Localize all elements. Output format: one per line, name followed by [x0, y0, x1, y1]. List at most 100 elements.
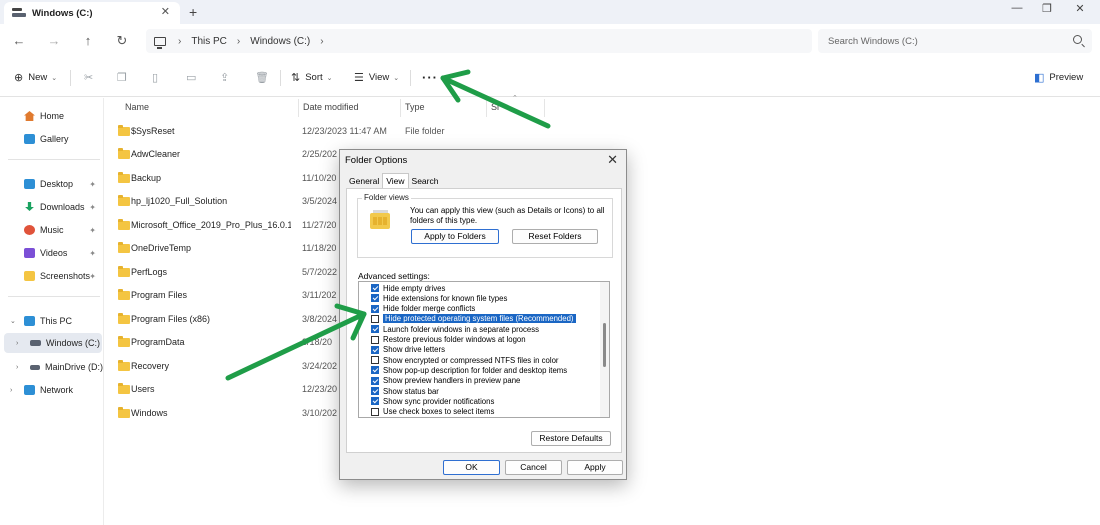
expand-closed-icon[interactable]: › [10, 387, 12, 394]
sidebar-item-this-pc[interactable]: ⌄ This PC [0, 311, 104, 331]
restore-defaults-button[interactable]: Restore Defaults [531, 431, 611, 446]
checkbox[interactable] [371, 387, 379, 395]
column-header-type[interactable]: Type [405, 102, 425, 112]
expand-closed-icon[interactable]: › [16, 364, 18, 371]
forward-button[interactable]: → [45, 33, 63, 48]
checkbox[interactable] [371, 304, 379, 313]
setting-label: Hide empty drives [383, 283, 446, 293]
sidebar-item-gallery[interactable]: Gallery [0, 129, 104, 149]
column-divider[interactable] [486, 99, 487, 117]
new-button[interactable]: ⊕ New ⌄ [14, 71, 57, 84]
rename-icon[interactable]: ▭ [186, 71, 196, 84]
sidebar-item-downloads[interactable]: Downloads ✦ [0, 197, 104, 217]
breadcrumb-this-pc[interactable]: This PC [191, 36, 227, 47]
setting-show-status-bar[interactable]: Show status bar [371, 386, 439, 396]
setting-hide-merge-conflicts[interactable]: Hide folder merge conflicts [371, 304, 475, 314]
tab-windows-c[interactable]: Windows (C:) ✕ [4, 2, 180, 24]
column-divider[interactable] [400, 99, 401, 117]
pin-icon[interactable]: ✦ [89, 226, 96, 235]
view-button[interactable]: ☰ View ⌄ [354, 71, 399, 84]
column-header-name[interactable]: Name [125, 102, 149, 112]
setting-show-popup-description[interactable]: Show pop-up description for folder and d… [371, 365, 567, 375]
ok-button[interactable]: OK [443, 460, 500, 475]
table-row[interactable]: $SysReset 12/23/2023 11:47 AM File folder [110, 123, 550, 143]
column-header-size[interactable]: Si [491, 102, 499, 112]
sidebar-item-network[interactable]: › Network [0, 380, 104, 400]
checkbox[interactable] [371, 284, 379, 292]
tab-close-icon[interactable]: ✕ [161, 5, 170, 18]
paste-icon[interactable]: ▯ [152, 71, 158, 84]
checkbox[interactable] [371, 407, 379, 416]
new-tab-button[interactable]: + [189, 4, 197, 20]
breadcrumb-separator[interactable]: › [237, 36, 240, 47]
tab-view[interactable]: View [382, 173, 409, 188]
refresh-button[interactable]: ↻ [113, 33, 131, 49]
setting-hide-extensions[interactable]: Hide extensions for known file types [371, 293, 507, 303]
setting-show-drive-letters[interactable]: Show drive letters [371, 345, 445, 355]
sort-button[interactable]: ⇅ Sort ⌄ [291, 71, 333, 84]
expand-open-icon[interactable]: ⌄ [10, 317, 16, 325]
checkbox[interactable] [371, 376, 379, 385]
pin-icon[interactable]: ✦ [89, 272, 96, 281]
sidebar-item-music[interactable]: Music ✦ [0, 220, 104, 240]
setting-hide-empty-drives[interactable]: Hide empty drives [371, 283, 445, 293]
advanced-settings-list[interactable]: Hide empty drives Hide extensions for kn… [358, 281, 610, 418]
setting-restore-previous-windows[interactable]: Restore previous folder windows at logon [371, 335, 526, 345]
checkbox[interactable] [371, 294, 379, 303]
apply-button[interactable]: Apply [567, 460, 623, 475]
column-divider[interactable] [298, 99, 299, 117]
cut-icon[interactable]: ✂ [84, 71, 93, 84]
preview-button[interactable]: ◧ Preview [1034, 71, 1083, 84]
checkbox[interactable] [371, 345, 379, 354]
minimize-button[interactable]: — [1002, 2, 1032, 14]
column-header-date[interactable]: Date modified [303, 102, 359, 112]
scrollbar-thumb[interactable] [603, 323, 606, 367]
checkbox[interactable] [371, 314, 379, 323]
column-divider[interactable] [544, 99, 545, 117]
sidebar-item-home[interactable]: Home [0, 106, 104, 126]
reset-folders-button[interactable]: Reset Folders [512, 229, 598, 244]
search-input[interactable]: Search Windows (C:) [818, 29, 1092, 53]
sidebar-item-desktop[interactable]: Desktop ✦ [0, 174, 104, 194]
maximize-button[interactable]: ❐ [1032, 2, 1062, 15]
file-date: 3/8/2024 [302, 314, 338, 324]
checkbox[interactable] [371, 397, 379, 406]
dialog-close-button[interactable]: ✕ [607, 152, 618, 168]
setting-launch-separate-process[interactable]: Launch folder windows in a separate proc… [371, 324, 539, 334]
pin-icon[interactable]: ✦ [89, 180, 96, 189]
pin-icon[interactable]: ✦ [89, 249, 96, 258]
setting-use-check-boxes[interactable]: Use check boxes to select items [371, 407, 494, 417]
setting-show-encrypted-color[interactable]: Show encrypted or compressed NTFS files … [371, 355, 559, 365]
share-icon[interactable]: ⇪ [220, 71, 229, 84]
tab-search[interactable]: Search [409, 174, 442, 188]
checkbox[interactable] [371, 356, 379, 365]
setting-show-preview-handlers[interactable]: Show preview handlers in preview pane [371, 376, 520, 386]
checkbox[interactable] [371, 335, 379, 344]
folder-icon [118, 313, 130, 324]
delete-icon[interactable]: 🗑 [255, 71, 269, 84]
file-date: 3/5/2024 [302, 196, 338, 206]
copy-icon[interactable]: ❐ [117, 71, 127, 84]
tab-general[interactable]: General [346, 174, 382, 188]
breadcrumb-separator[interactable]: › [178, 36, 181, 47]
back-button[interactable]: ← [10, 33, 28, 48]
sidebar-item-videos[interactable]: Videos ✦ [0, 243, 104, 263]
sidebar-item-screenshots[interactable]: Screenshots ✦ [0, 266, 104, 286]
breadcrumb-windows-c[interactable]: Windows (C:) [250, 36, 310, 47]
up-button[interactable]: ↑ [79, 33, 97, 48]
breadcrumb-separator[interactable]: › [320, 36, 323, 47]
setting-show-sync-notifications[interactable]: Show sync provider notifications [371, 396, 494, 406]
address-bar[interactable]: › This PC › Windows (C:) › [146, 29, 812, 53]
sidebar-item-maindrive-d[interactable]: › MainDrive (D:) [0, 357, 104, 377]
more-options-icon[interactable]: ··· [422, 70, 438, 85]
pin-icon[interactable]: ✦ [89, 203, 96, 212]
sidebar-item-windows-c[interactable]: › Windows (C:) [4, 333, 102, 353]
expand-closed-icon[interactable]: › [16, 340, 18, 347]
apply-to-folders-button[interactable]: Apply to Folders [411, 229, 499, 244]
scrollbar[interactable] [600, 282, 609, 417]
cancel-button[interactable]: Cancel [505, 460, 562, 475]
setting-hide-protected-os-files[interactable]: Hide protected operating system files (R… [371, 314, 576, 324]
checkbox[interactable] [371, 325, 379, 334]
checkbox[interactable] [371, 366, 379, 375]
close-window-button[interactable]: ✕ [1065, 2, 1095, 15]
